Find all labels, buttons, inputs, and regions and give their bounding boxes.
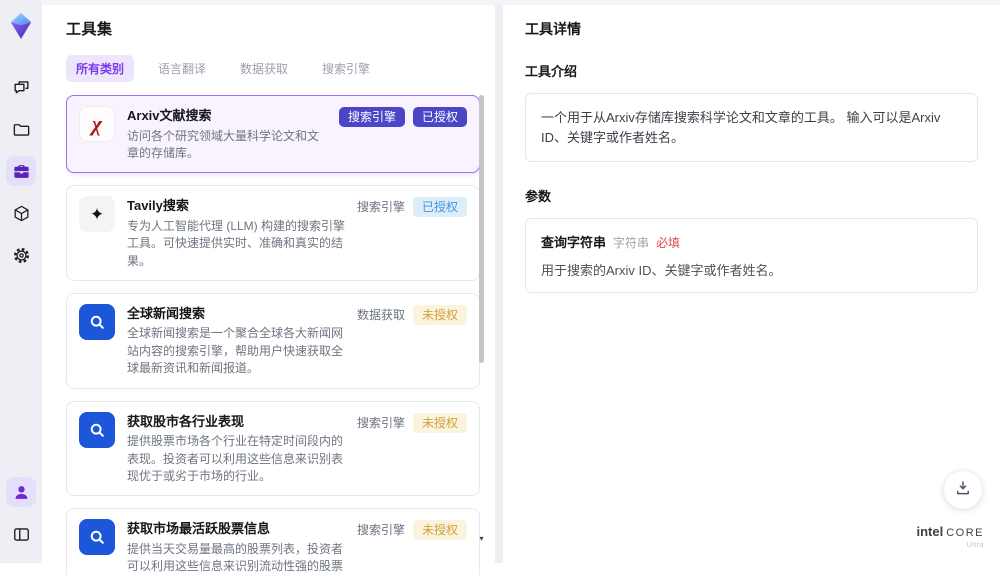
tool-description: 访问各个研究领域大量科学论文和文章的存储库。 <box>127 128 320 160</box>
news-icon <box>79 519 115 556</box>
tool-category-badge: 数据获取 <box>356 307 405 322</box>
tool-list: χ Arxiv文献搜索 访问各个研究领域大量科学论文和文章的存储库。 搜索引擎 … <box>66 95 480 575</box>
param-description: 用于搜索的Arxiv ID、关键字或作者姓名。 <box>541 263 782 278</box>
sidebar-item-user[interactable] <box>6 477 36 507</box>
sidebar <box>0 0 42 563</box>
tool-category-badge: 搜索引擎 <box>356 523 405 538</box>
download-button[interactable] <box>944 471 982 509</box>
tool-status-badge: 已授权 <box>412 197 467 218</box>
core-wordmark: CORE <box>946 527 984 539</box>
tool-name: 获取股市各行业表现 <box>127 413 245 429</box>
scrollbar-thumb[interactable] <box>479 95 484 363</box>
tavily-icon: ✦ <box>79 196 115 233</box>
page-title: 工具集 <box>66 21 113 38</box>
intel-wordmark: intel <box>916 524 944 539</box>
scrollbar-down-arrow-icon[interactable]: ▾ <box>478 535 485 543</box>
tool-category-badge: 搜索引擎 <box>338 107 405 127</box>
tool-status-badge: 已授权 <box>412 107 467 127</box>
param-required-badge: 必填 <box>656 236 681 250</box>
sidebar-item-tools[interactable] <box>6 156 36 186</box>
tool-list-item[interactable]: 获取市场最活跃股票信息 提供当天交易量最高的股票列表，投资者可以利用这些信息来识… <box>66 508 480 575</box>
intel-core-logo: intel CORE Ultra <box>916 524 984 549</box>
briefcase-icon <box>12 162 31 181</box>
folder-icon <box>12 120 31 139</box>
sidebar-item-models[interactable] <box>6 198 36 228</box>
param-name: 查询字符串 <box>541 235 607 250</box>
tool-description: 专为人工智能代理 (LLM) 构建的搜索引擎工具。可快速提供实时、准确和真实的结… <box>127 218 346 268</box>
sidebar-item-settings[interactable] <box>6 240 36 270</box>
tool-name: Arxiv文献搜索 <box>127 108 212 123</box>
top-edge-strip <box>42 0 1000 5</box>
chat-icon <box>12 78 31 97</box>
tool-name: 获取市场最活跃股票信息 <box>127 521 271 537</box>
news-icon <box>79 411 115 448</box>
app-window: 工具集 所有类别 语言翻译 数据获取 搜索引擎 χ Arxiv文献搜索 访问各个研究领… <box>0 0 1000 575</box>
list-scrollbar[interactable]: ▾ <box>478 88 485 563</box>
cube-icon <box>12 204 31 223</box>
detail-title: 工具详情 <box>525 21 581 37</box>
tab-3[interactable]: 搜索引擎 <box>312 55 380 82</box>
news-icon <box>79 303 115 340</box>
category-tabs: 所有类别 语言翻译 数据获取 搜索引擎 <box>66 55 495 82</box>
panel-divider <box>495 0 503 563</box>
tool-detail-panel: 工具详情 工具介绍 一个用于从Arxiv存储库搜索科学论文和文章的工具。 输入可… <box>503 0 1000 563</box>
ultra-wordmark: Ultra <box>966 542 984 549</box>
tool-list-panel: 工具集 所有类别 语言翻译 数据获取 搜索引擎 χ Arxiv文献搜索 访问各个研究领… <box>42 0 495 575</box>
tool-name: 全球新闻搜索 <box>127 305 206 321</box>
sidebar-item-chat[interactable] <box>6 72 36 102</box>
intro-heading: 工具介绍 <box>525 64 578 79</box>
params-heading: 参数 <box>525 189 552 204</box>
tool-list-item[interactable]: χ Arxiv文献搜索 访问各个研究领域大量科学论文和文章的存储库。 搜索引擎 … <box>66 95 480 174</box>
tool-status-badge: 未授权 <box>412 412 467 433</box>
tool-status-badge: 未授权 <box>412 520 467 541</box>
sidebar-bottom <box>6 477 36 549</box>
arxiv-icon: χ <box>79 106 115 142</box>
sidebar-item-panels[interactable] <box>6 519 36 549</box>
tab-0[interactable]: 所有类别 <box>66 55 135 82</box>
tool-intro-text: 一个用于从Arxiv存储库搜索科学论文和文章的工具。 输入可以是Arxiv ID… <box>525 93 978 162</box>
tool-list-item[interactable]: 获取股市各行业表现 提供股票市场各个行业在特定时间段内的表现。投资者可以利用这些… <box>66 400 480 497</box>
gear-icon <box>12 246 31 265</box>
sidebar-item-files[interactable] <box>6 114 36 144</box>
param-type: 字符串 <box>613 236 650 250</box>
tool-list-item[interactable]: ✦ Tavily搜索 专为人工智能代理 (LLM) 构建的搜索引擎工具。可快速提… <box>66 185 480 281</box>
tool-list-item[interactable]: 全球新闻搜索 全球新闻搜索是一个聚合全球各大新闻网站内容的搜索引擎，帮助用户快速… <box>66 292 480 389</box>
app-logo-gem-icon <box>8 12 34 40</box>
tool-category-badge: 搜索引擎 <box>356 200 405 215</box>
tool-category-badge: 搜索引擎 <box>356 415 405 430</box>
tool-description: 提供当天交易量最高的股票列表，投资者可以利用这些信息来识别流动性强的股票和潜在的… <box>127 541 344 574</box>
tab-2[interactable]: 数据获取 <box>230 55 298 82</box>
tab-1[interactable]: 语言翻译 <box>148 55 216 82</box>
parameter-card: 查询字符串 字符串 必填 用于搜索的Arxiv ID、关键字或作者姓名。 <box>525 218 978 293</box>
user-icon <box>12 483 31 502</box>
panel-icon <box>12 525 31 544</box>
tool-name: Tavily搜索 <box>127 198 189 214</box>
tool-description: 全球新闻搜索是一个聚合全球各大新闻网站内容的搜索引擎，帮助用户快速获取全球最新资… <box>127 326 344 376</box>
download-icon <box>954 479 972 502</box>
tool-description: 提供股票市场各个行业在特定时间段内的表现。投资者可以利用这些信息来识别表现优于或… <box>127 434 344 483</box>
tool-status-badge: 未授权 <box>412 304 467 325</box>
sidebar-nav <box>6 72 36 270</box>
